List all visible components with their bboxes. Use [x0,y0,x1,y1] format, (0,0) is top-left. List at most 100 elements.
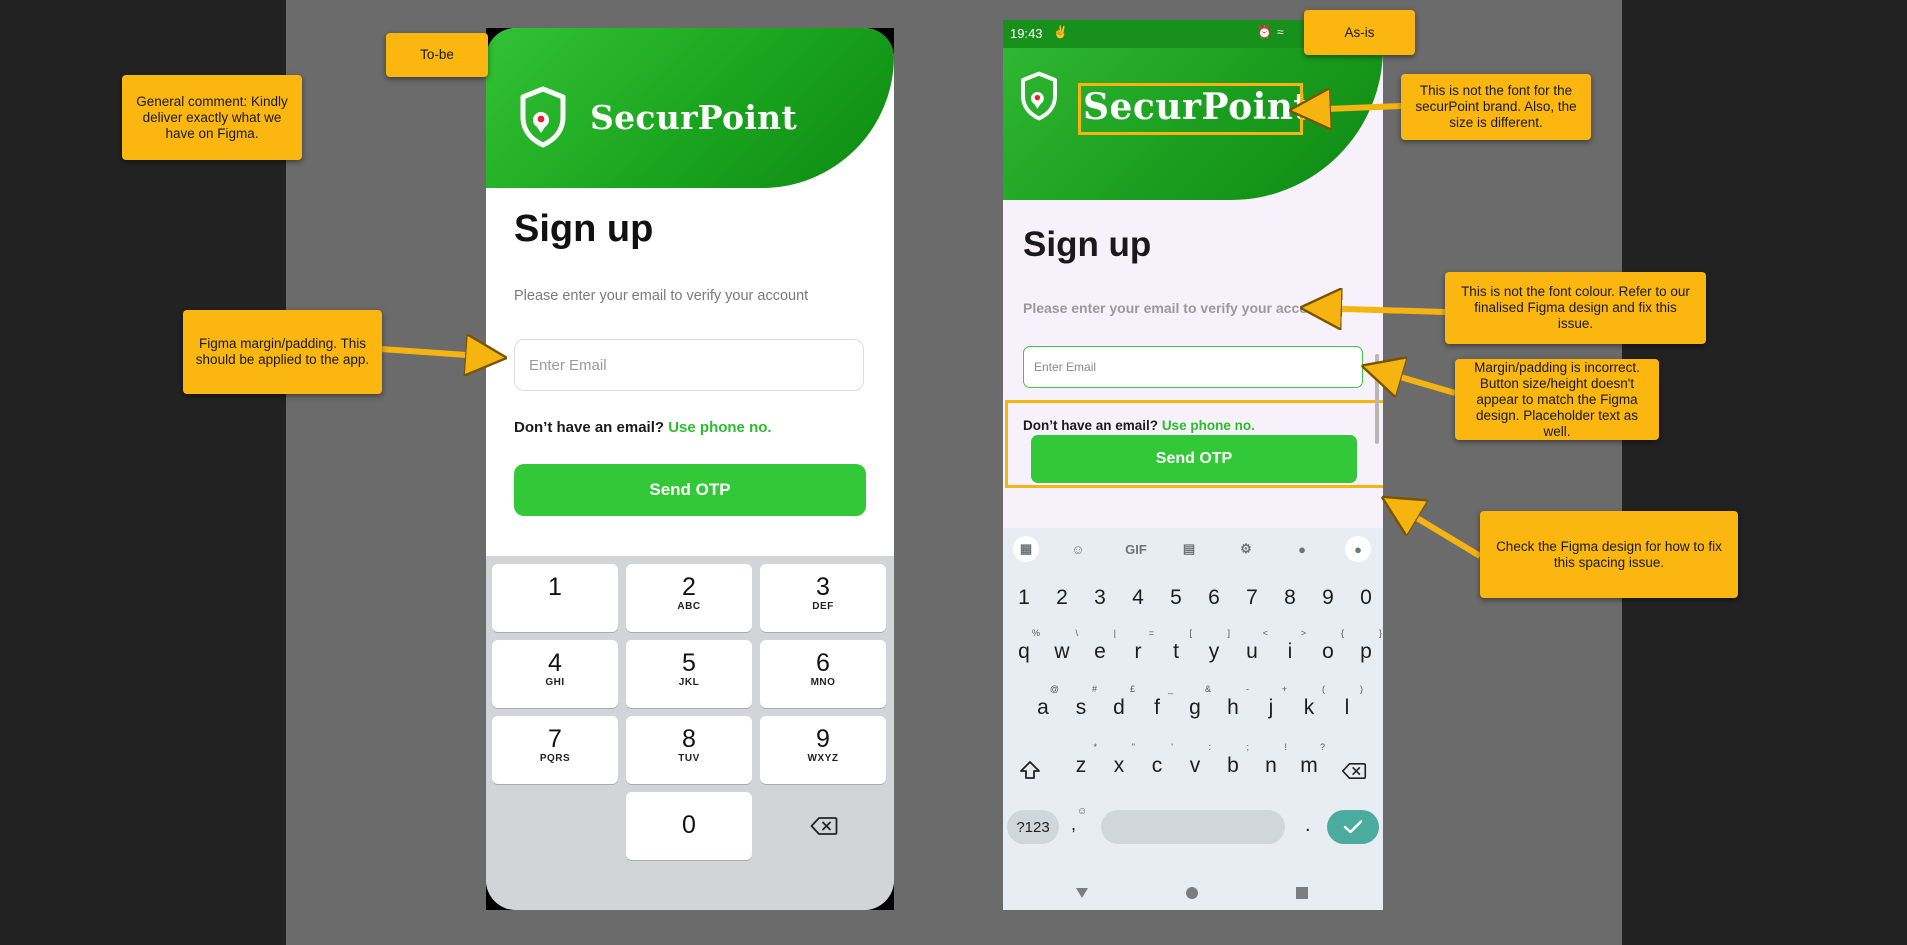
key-2[interactable]: 2 [1044,586,1080,610]
gif-icon[interactable]: GIF [1121,538,1151,560]
backspace-icon[interactable] [1341,762,1367,780]
key-letter: p [1360,640,1372,663]
key-alt-symbol: { [1340,628,1344,638]
nav-back-icon[interactable] [1075,886,1089,900]
key-3[interactable]: 3 [1082,586,1118,610]
page-subtitle: Please enter your email to verify your a… [1023,300,1330,316]
numpad-letters: GHI [545,677,565,688]
nav-home-icon[interactable] [1185,886,1199,900]
key-u[interactable]: < u [1234,628,1270,664]
numpad-key-3[interactable]: 3 DEF [760,564,886,632]
key-d[interactable]: £ d [1101,684,1137,720]
numpad-key-0[interactable]: 0 [626,792,752,860]
key-alt-symbol: > [1300,628,1306,638]
key-v[interactable]: :v [1177,742,1213,778]
gear-icon[interactable]: ⚙ [1235,538,1257,560]
key-letter: t [1173,640,1179,663]
key-f[interactable]: _ f [1139,684,1175,720]
key-alt-symbol: ( [1322,684,1325,694]
key-x[interactable]: " x [1101,742,1137,778]
soft-keyboard: ▦ ☺ GIF ▤ ⚙ ● ● 1 2 3 4 5 6 7 8 9 0 % q \… [1003,528,1383,910]
microphone-icon[interactable]: ● [1345,536,1371,562]
key-7[interactable]: 7 [1234,586,1270,610]
key-alt-symbol: _ [1167,684,1173,694]
space-bar[interactable] [1101,810,1285,844]
key-6[interactable]: 6 [1196,586,1232,610]
period-key[interactable]: . [1305,814,1311,837]
key-r[interactable]: = r [1120,628,1156,664]
clipboard-icon[interactable]: ▤ [1178,538,1200,560]
key-q[interactable]: % q [1006,628,1042,664]
key-0[interactable]: 0 [1348,586,1383,610]
to-be-header: SecurPoint [486,28,894,188]
shift-icon[interactable] [1019,760,1041,780]
numpad-key-2[interactable]: 2 ABC [626,564,752,632]
send-otp-button[interactable]: Send OTP [514,464,866,516]
key-j[interactable]: + j [1253,684,1289,720]
key-g[interactable]: & g [1177,684,1213,720]
numeric-keypad: 1 2 ABC 3 DEF 4 GHI 5 JKL 6 MNO 7 PQRS 8 TUV 9W… [486,556,894,910]
key-letter: g [1189,696,1201,719]
key-h[interactable]: -h [1215,684,1251,720]
numpad-key-8[interactable]: 8 TUV [626,716,752,784]
key-o[interactable]: {o [1310,628,1346,664]
key-t[interactable]: [t [1158,628,1194,664]
symbols-key[interactable]: ?123 [1007,810,1059,844]
key-4[interactable]: 4 [1120,586,1156,610]
key-letter: o [1322,640,1334,663]
key-5[interactable]: 5 [1158,586,1194,610]
android-nav-bar [1003,876,1383,910]
key-z[interactable]: * z [1063,742,1099,778]
to-be-screen: SecurPoint Sign up Please enter your ema… [486,28,894,910]
no-email-label: Don’t have an email? [514,419,665,436]
numpad-key-9[interactable]: 9 WXYZ [760,716,886,784]
numpad-key-4[interactable]: 4 GHI [492,640,618,708]
key-e[interactable]: | e [1082,628,1118,664]
backspace-icon[interactable] [810,816,838,836]
key-alt-symbol: } [1378,628,1382,638]
key-w[interactable]: \ w [1044,628,1080,664]
key-alt-symbol: | [1113,628,1116,638]
numpad-key-7[interactable]: 7 PQRS [492,716,618,784]
key-y[interactable]: ] y [1196,628,1232,664]
email-field[interactable] [1023,346,1363,388]
key-i[interactable]: > i [1272,628,1308,664]
sticker-icon[interactable]: ☺ [1067,538,1089,560]
emoji-icon[interactable]: ☺ [1077,806,1087,817]
key-a[interactable]: @ a [1025,684,1061,720]
key-n[interactable]: ! n [1253,742,1289,778]
numpad-digit: 7 [548,725,562,753]
key-s[interactable]: # s [1063,684,1099,720]
scrollbar[interactable] [1375,354,1379,444]
nav-recents-icon[interactable] [1295,886,1309,900]
key-alt-symbol: ) [1360,684,1363,694]
key-l[interactable]: ) l [1329,684,1365,720]
use-phone-link[interactable]: Use phone no. [668,419,771,436]
numpad-letters: DEF [812,601,834,612]
alarm-icon: ⏰ [1257,25,1272,39]
button-highlight-box [1005,400,1383,488]
key-c[interactable]: ' c [1139,742,1175,778]
enter-check-key[interactable] [1327,810,1379,844]
key-alt-symbol: * [1093,742,1097,752]
email-field[interactable] [514,339,864,391]
numpad-key-1[interactable]: 1 [492,564,618,632]
brand-logo-text: SecurPoint [590,98,798,137]
note-font-colour: This is not the font colour. Refer to ou… [1445,272,1706,344]
key-m[interactable]: ? m [1291,742,1327,778]
numpad-key-6[interactable]: 6 MNO [760,640,886,708]
numpad-key-5[interactable]: 5 JKL [626,640,752,708]
key-1[interactable]: 1 [1006,586,1042,610]
key-letter: f [1154,696,1160,719]
palette-icon[interactable]: ● [1291,538,1313,560]
key-k[interactable]: (k [1291,684,1327,720]
apps-grid-icon[interactable]: ▦ [1013,536,1039,562]
key-b[interactable]: ; b [1215,742,1251,778]
key-8[interactable]: 8 [1272,586,1308,610]
comma-key[interactable]: , [1071,814,1076,835]
key-p[interactable]: } p [1348,628,1383,664]
key-letter: c [1151,754,1163,777]
key-letter: u [1246,640,1258,663]
key-9[interactable]: 9 [1310,586,1346,610]
page-title: Sign up [1023,225,1152,264]
